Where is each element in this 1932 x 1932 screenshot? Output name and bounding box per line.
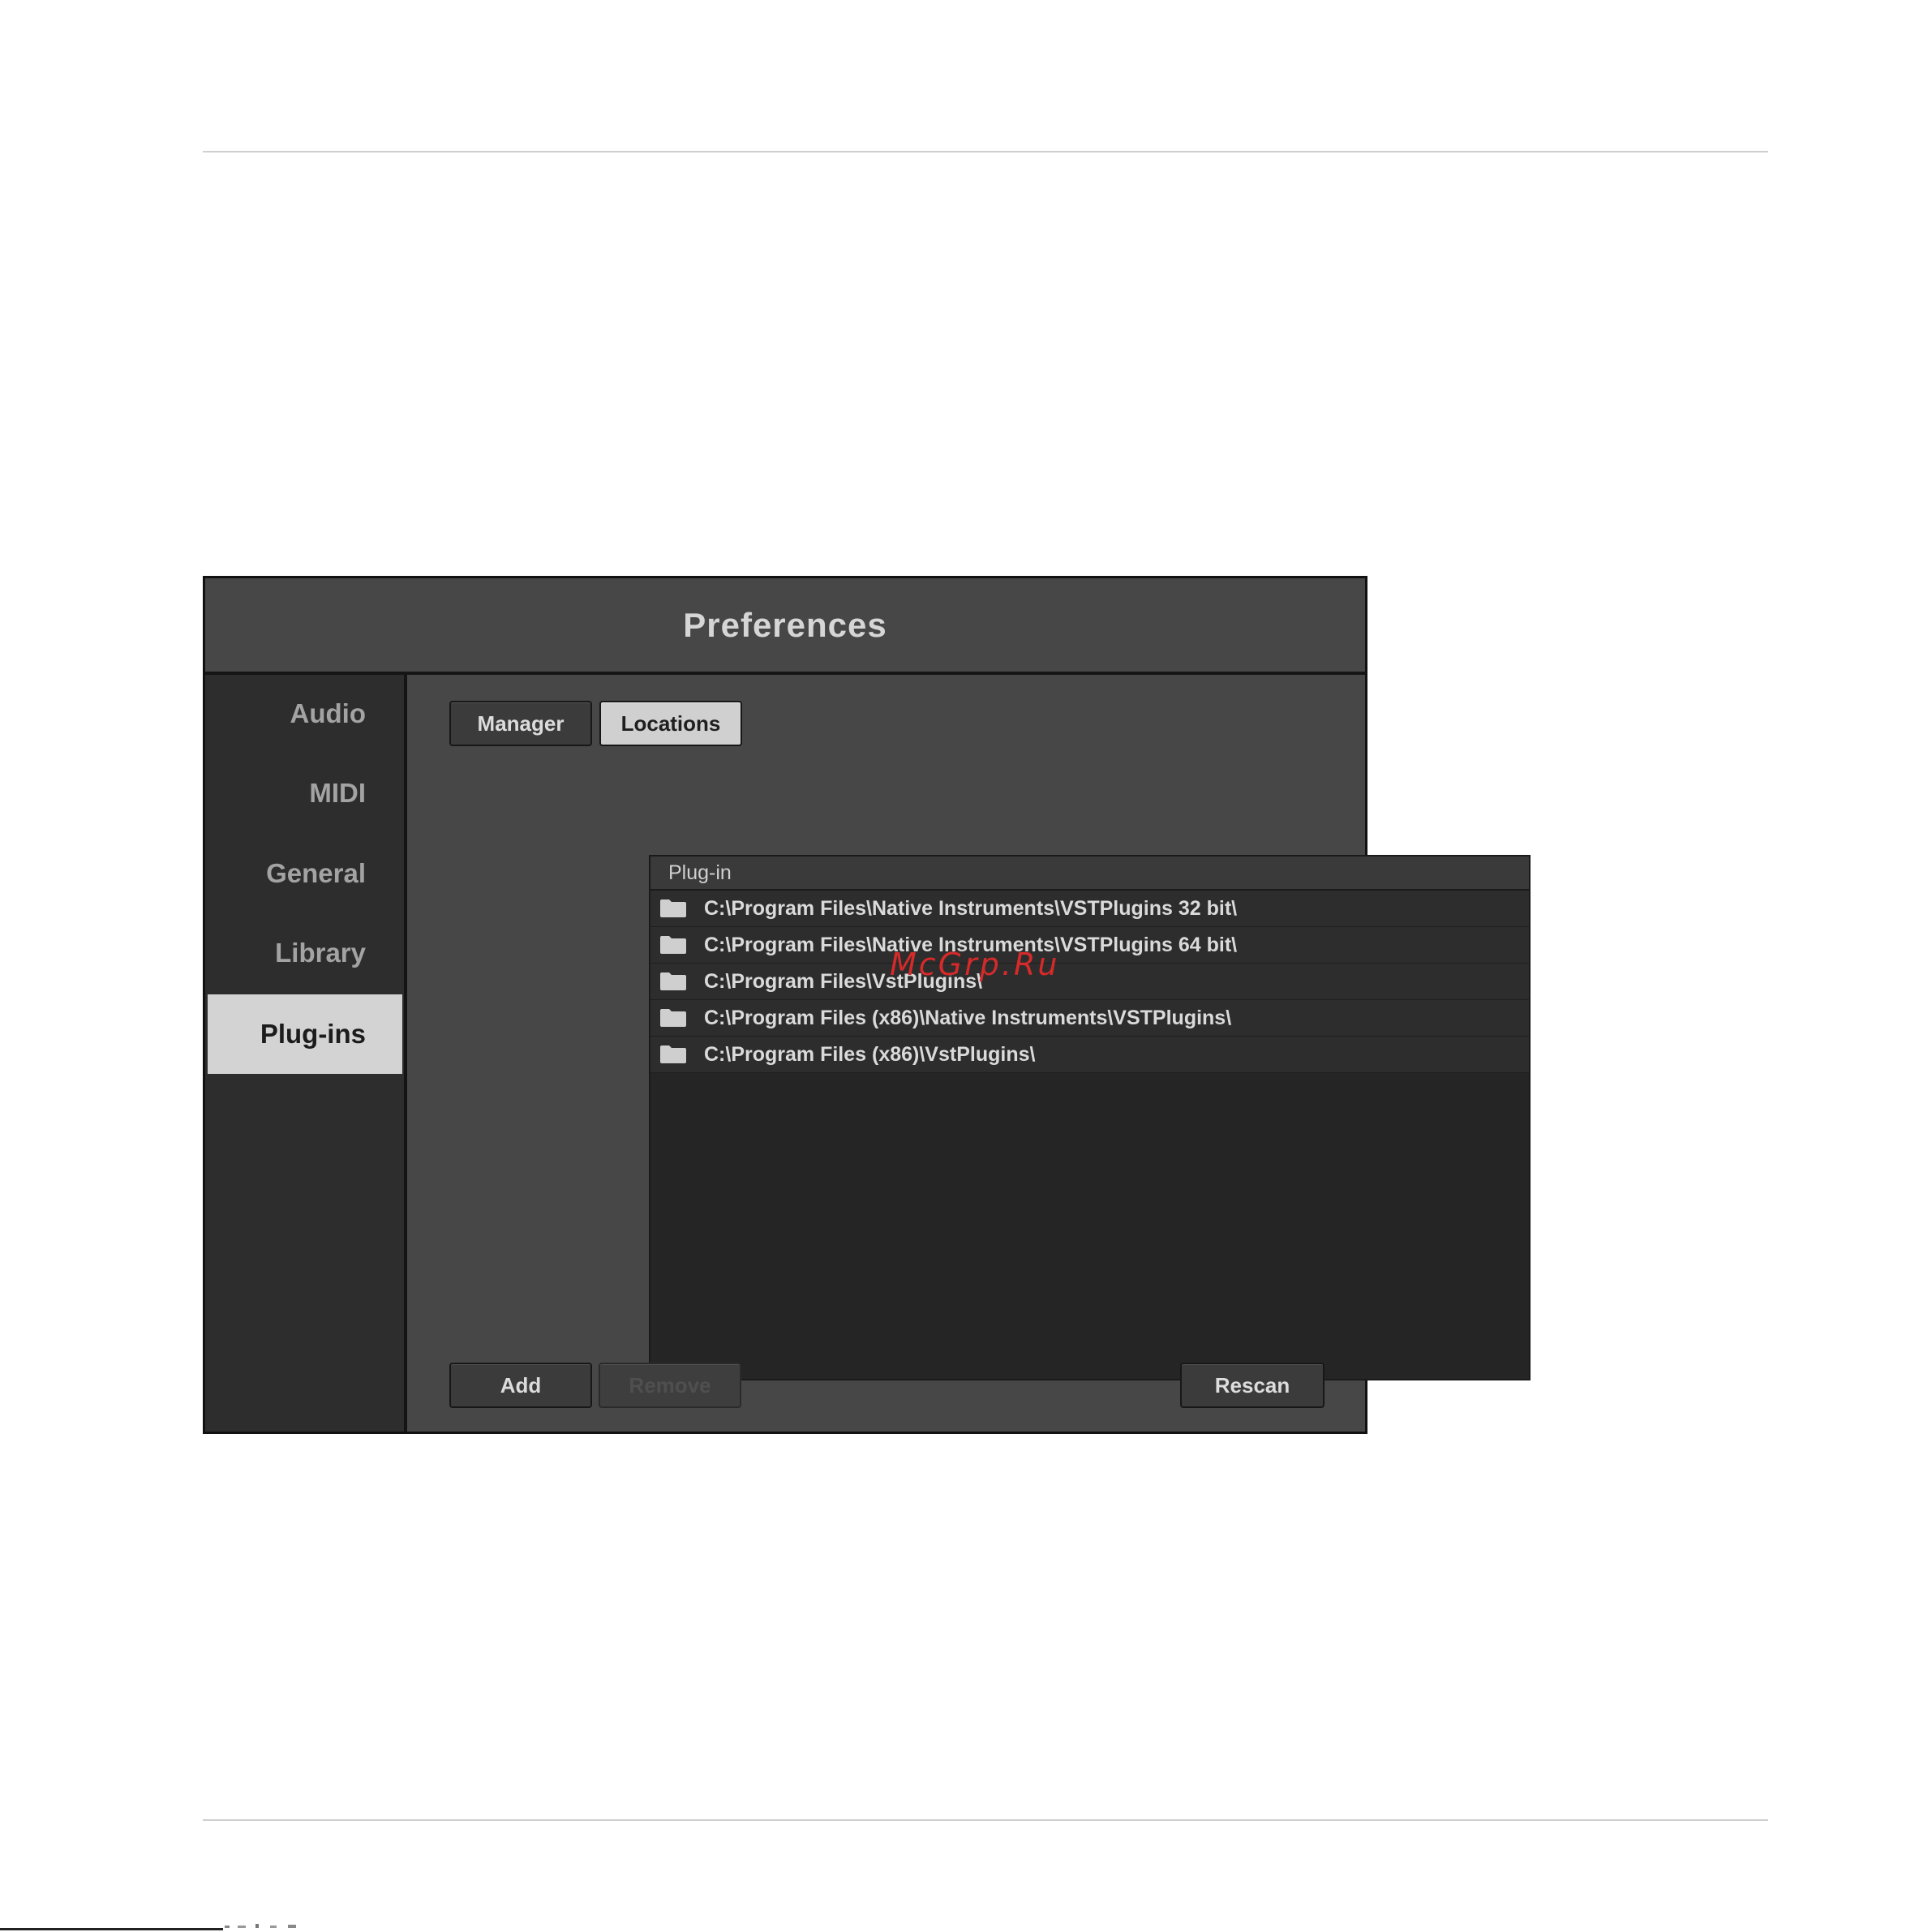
sidebar-item-plug-ins[interactable]: Plug-ins: [208, 994, 402, 1074]
sidebar-item-general[interactable]: General: [208, 835, 402, 912]
list-rows: C:\Program Files\Native Instruments\VSTP…: [650, 891, 1529, 1073]
footer-dots: [225, 1924, 296, 1928]
list-item[interactable]: C:\Program Files\VstPlugins\: [650, 964, 1529, 1000]
list-item-path: C:\Program Files\Native Instruments\VSTP…: [704, 896, 1238, 920]
preferences-sidebar: Audio MIDI General Library Plug-ins: [205, 675, 407, 1432]
list-item-path: C:\Program Files (x86)\Native Instrument…: [704, 1006, 1232, 1029]
plugin-locations-list: Plug-in C:\Program Files\Native Instrume…: [649, 855, 1531, 1380]
footer-rule: [203, 1819, 1768, 1821]
list-item[interactable]: C:\Program Files\Native Instruments\VSTP…: [650, 927, 1529, 964]
folder-icon: [660, 1009, 686, 1027]
window-title: Preferences: [683, 605, 887, 644]
list-item[interactable]: C:\Program Files (x86)\Native Instrument…: [650, 1000, 1529, 1037]
header-rule: [203, 151, 1768, 152]
folder-icon: [660, 972, 686, 990]
list-item[interactable]: C:\Program Files\Native Instruments\VSTP…: [650, 891, 1529, 927]
page: Preferences Audio MIDI General Library P…: [0, 0, 1932, 1932]
sidebar-item-audio[interactable]: Audio: [208, 675, 402, 753]
title-bar: Preferences: [205, 578, 1365, 675]
list-item-path: C:\Program Files (x86)\VstPlugins\: [704, 1042, 1036, 1066]
tab-manager[interactable]: Manager: [449, 701, 592, 746]
main-panel: Manager Locations Plug-in C:\Program Fil…: [407, 675, 1531, 1432]
tab-locations[interactable]: Locations: [599, 701, 742, 746]
folder-icon: [660, 899, 686, 917]
watermark: McGrp.Ru: [890, 947, 1060, 982]
rescan-button[interactable]: Rescan: [1180, 1363, 1324, 1408]
footer-bar: [0, 1928, 223, 1930]
folder-icon: [660, 936, 686, 954]
remove-button: Remove: [599, 1363, 741, 1408]
sidebar-item-library[interactable]: Library: [208, 914, 402, 992]
preferences-window: Preferences Audio MIDI General Library P…: [203, 576, 1531, 1434]
list-column-header[interactable]: Plug-in: [650, 857, 1529, 891]
add-button[interactable]: Add: [449, 1363, 592, 1408]
list-item[interactable]: C:\Program Files (x86)\VstPlugins\: [650, 1037, 1529, 1073]
folder-icon: [660, 1045, 686, 1063]
sidebar-item-midi[interactable]: MIDI: [208, 754, 402, 832]
